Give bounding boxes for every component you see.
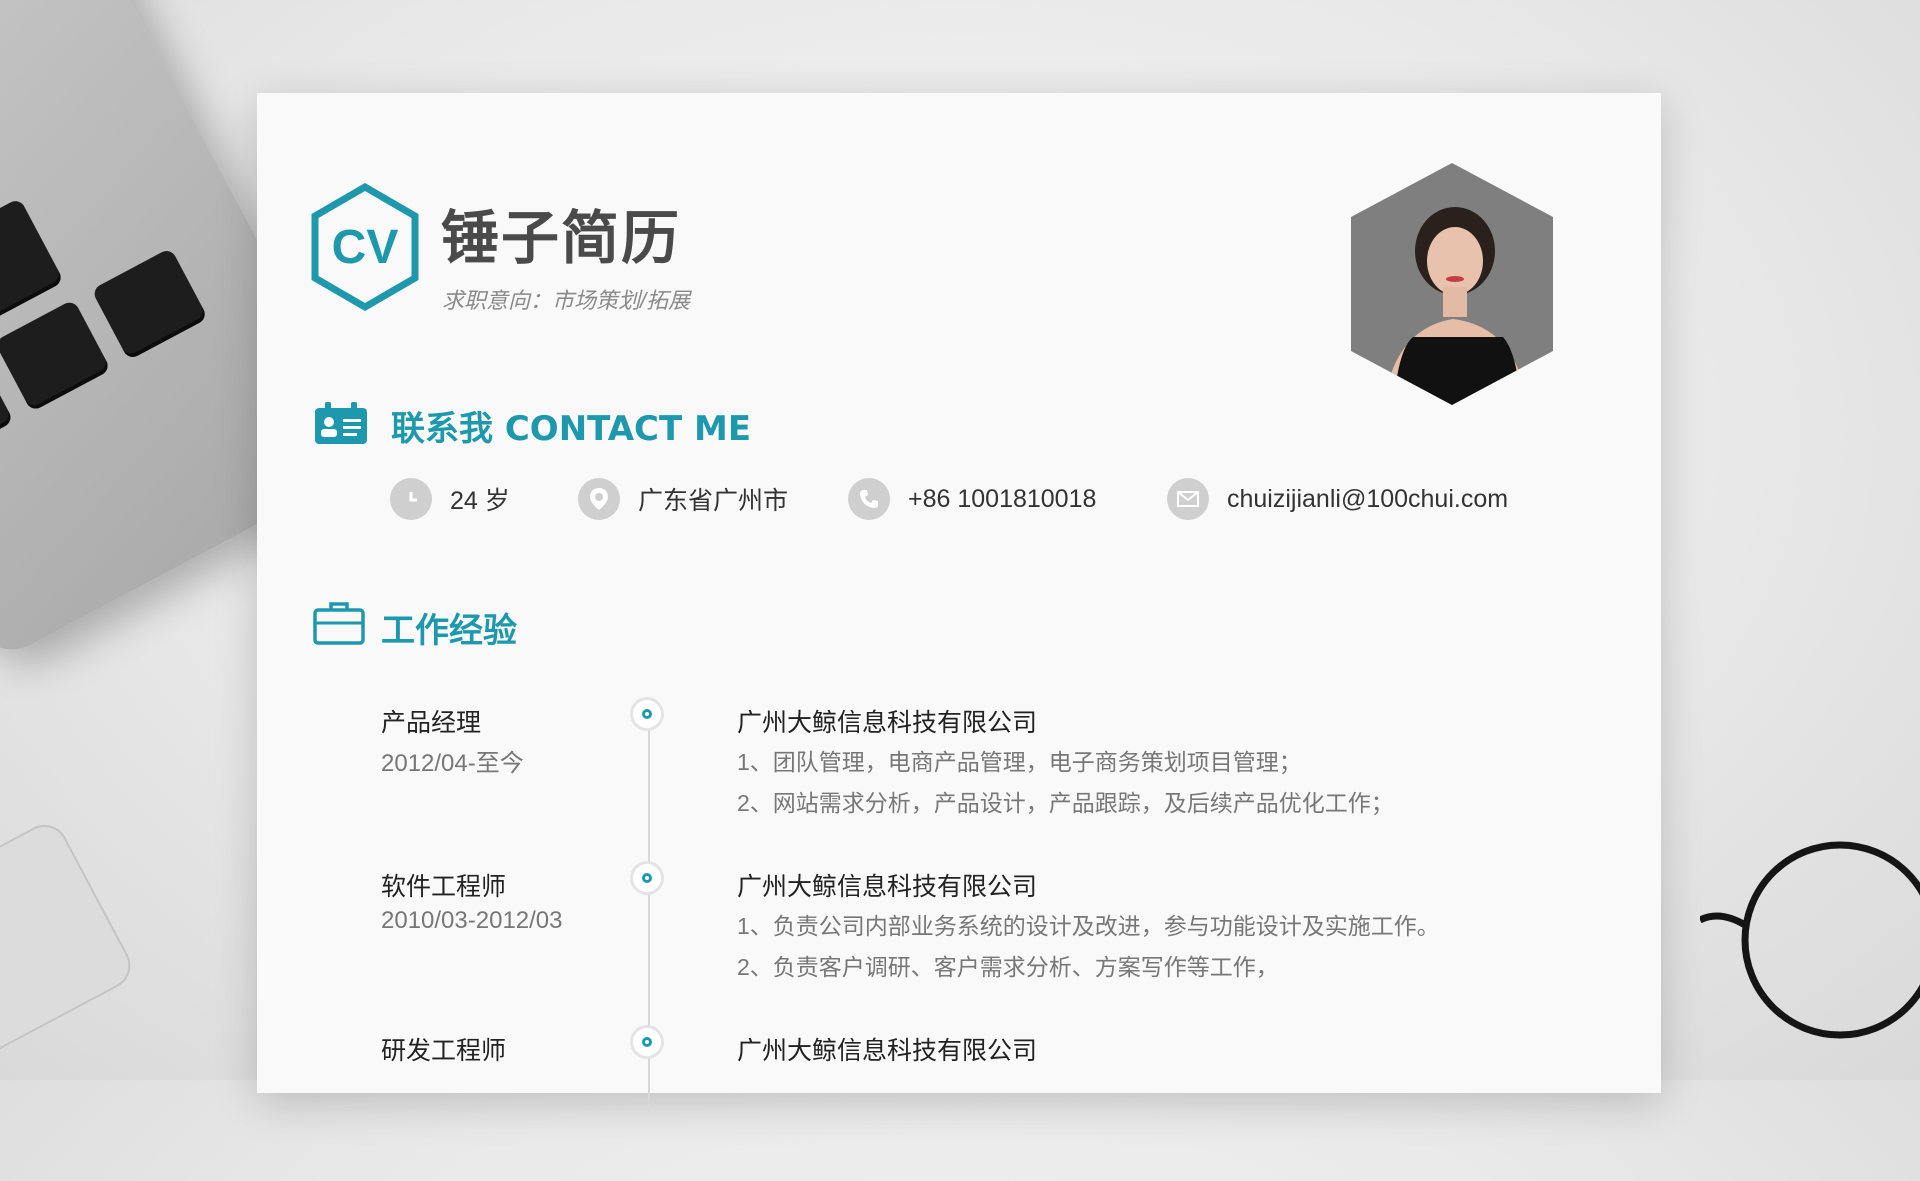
job-company: 广州大鲸信息科技有限公司 [737,1037,1038,1065]
experience-section-title: 工作经验 [381,611,517,651]
timeline-dot [633,864,661,892]
timeline-dot [633,1028,661,1056]
contact-location: 广东省广州市 [578,478,788,520]
job-duty: 1、团队管理，电商产品管理，电子商务策划项目管理； [737,749,1302,775]
age-text: 24 岁 [450,487,510,515]
phone-icon [848,478,890,520]
mail-icon [1167,478,1209,520]
job-intent: 求职意向：市场策划/拓展 [442,288,691,313]
eyeglasses-decoration [1700,841,1920,1039]
id-card-icon [315,402,367,444]
email-text[interactable]: chuizijianli@100chui.com [1227,485,1508,514]
location-text: 广东省广州市 [638,487,789,515]
job-entry: 产品经理 2012/04-至今 广州大鲸信息科技有限公司 1、团队管理，电商产品… [257,700,1661,853]
job-duty: 1、负责公司内部业务系统的设计及改进，参与功能设计及实施工作。 [737,913,1440,939]
job-date: 2012/04-至今 [381,750,524,777]
contact-phone: +86 1001810018 [848,478,1096,520]
profile-photo [1351,163,1553,405]
job-company: 广州大鲸信息科技有限公司 [737,873,1038,901]
job-title: 软件工程师 [381,873,507,901]
cv-logo-text: CV [332,221,399,274]
resume-page: CV 锤子简历 求职意向：市场策划/拓展 联系我 CONTACT ME 24 岁… [257,93,1661,1113]
laptop-trackpad [0,816,139,1084]
job-duty: 2、负责客户调研、客户需求分析、方案写作等工作， [737,954,1279,980]
contact-info-row: 24 岁 广东省广州市 +86 1001810018 chuizijianli@… [390,478,1530,524]
clock-icon [390,478,432,520]
contact-email: chuizijianli@100chui.com [1167,478,1508,520]
job-date: 2010/03-2012/03 [381,907,563,934]
job-company: 广州大鲸信息科技有限公司 [737,709,1038,737]
location-pin-icon [578,478,620,520]
job-title: 研发工程师 [381,1037,507,1065]
phone-text[interactable]: +86 1001810018 [908,485,1096,514]
candidate-name: 锤子简历 [441,204,682,272]
job-entry: 软件工程师 2010/03-2012/03 广州大鲸信息科技有限公司 1、负责公… [257,864,1661,1017]
job-duty: 2、网站需求分析，产品设计，产品跟踪，及后续产品优化工作； [737,790,1394,816]
contact-section-title: 联系我 CONTACT ME [391,409,752,449]
job-title: 产品经理 [381,709,482,737]
job-entry: 研发工程师 广州大鲸信息科技有限公司 [257,1028,1661,1181]
cv-hexagon-logo: CV [311,183,419,311]
briefcase-icon [313,602,365,645]
contact-age: 24 岁 [390,478,510,520]
timeline-dot [633,700,661,728]
